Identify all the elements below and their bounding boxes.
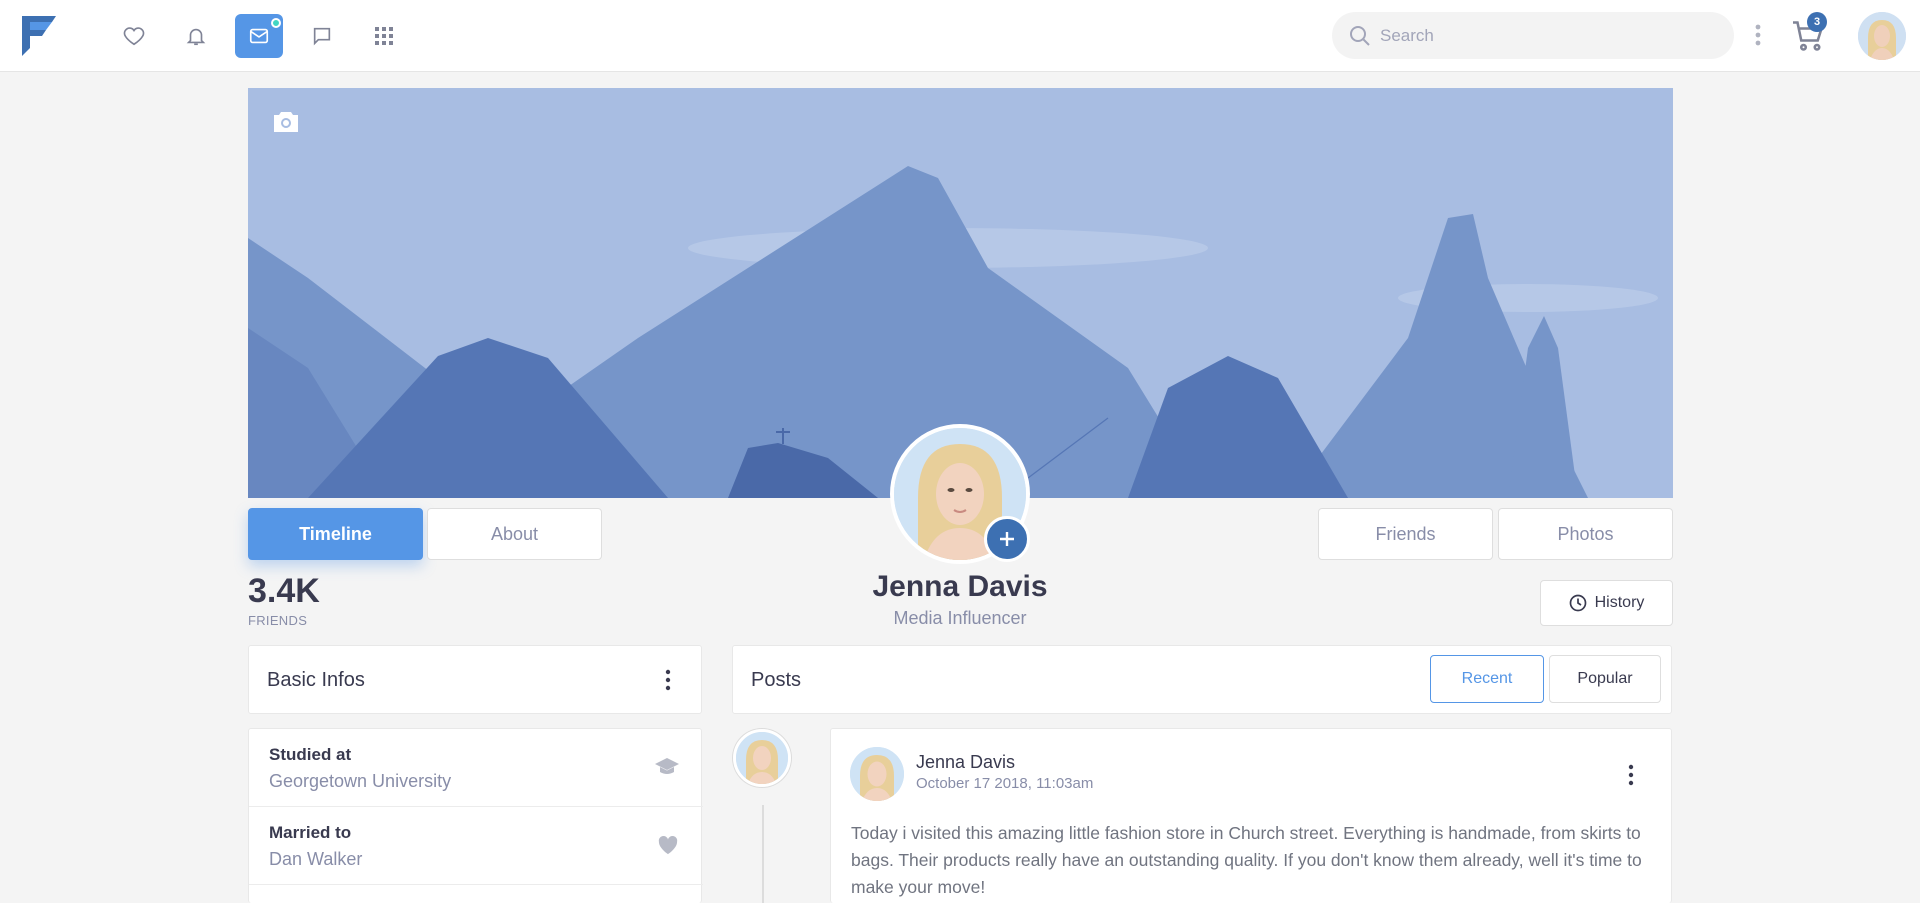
apps-grid-icon	[375, 27, 393, 45]
more-vertical-icon[interactable]	[1752, 22, 1764, 48]
cart-count-badge: 3	[1807, 12, 1827, 32]
camera-icon[interactable]	[272, 110, 300, 134]
user-avatar[interactable]	[1858, 12, 1906, 60]
info-value: Georgetown University	[269, 771, 452, 791]
clock-icon	[1569, 594, 1586, 612]
filter-popular-button[interactable]: Popular	[1549, 655, 1661, 703]
nav-notifications-button[interactable]	[172, 14, 220, 58]
more-vertical-icon[interactable]	[1626, 763, 1636, 787]
unread-dot	[271, 18, 281, 28]
info-row-married: Married to Dan Walker	[249, 807, 703, 885]
plus-icon	[1000, 532, 1014, 546]
basic-infos-header: Basic Infos	[248, 645, 702, 714]
profile-name: Jenna Davis	[872, 570, 1048, 603]
tab-about[interactable]: About	[427, 508, 602, 560]
friends-count: 3.4K	[248, 572, 320, 610]
nav-chat-button[interactable]	[298, 14, 346, 58]
profile-subtitle: Media Influencer	[893, 608, 1027, 628]
brand-logo[interactable]	[22, 16, 56, 56]
top-navbar: 3	[0, 0, 1920, 72]
posts-title: Posts	[751, 669, 802, 691]
tab-photos[interactable]: Photos	[1498, 508, 1673, 560]
more-vertical-icon[interactable]	[663, 668, 673, 692]
filter-recent-button[interactable]: Recent	[1430, 655, 1544, 703]
post-body: Today i visited this amazing little fash…	[851, 823, 1642, 897]
tab-friends[interactable]: Friends	[1318, 508, 1493, 560]
history-label: History	[1594, 594, 1645, 611]
post-author-name[interactable]: Jenna Davis	[916, 752, 1015, 773]
heart-icon	[658, 835, 678, 855]
info-row-studied: Studied at Georgetown University	[249, 729, 703, 807]
nav-messages-button[interactable]	[235, 14, 283, 58]
friends-label: FRIENDS	[248, 613, 308, 628]
history-button[interactable]: History	[1540, 580, 1673, 626]
chat-icon	[313, 27, 331, 46]
graduation-cap-icon	[655, 758, 679, 774]
basic-infos-title: Basic Infos	[267, 669, 365, 691]
nav-apps-button[interactable]	[360, 14, 408, 58]
info-value: Dan Walker	[269, 849, 363, 869]
heart-icon	[123, 27, 145, 46]
post-author-avatar[interactable]	[850, 747, 904, 801]
timeline-line	[762, 805, 764, 903]
tab-timeline[interactable]: Timeline	[248, 508, 423, 560]
post-date: October 17 2018, 11:03am	[916, 775, 1094, 792]
search-input[interactable]	[1380, 12, 1720, 59]
info-label: Married to	[269, 823, 352, 842]
basic-infos-list: Studied at Georgetown University Married…	[248, 728, 703, 903]
add-avatar-button[interactable]	[984, 516, 1030, 562]
search-icon	[1350, 26, 1370, 46]
timeline-avatar	[733, 729, 791, 787]
mail-icon	[249, 28, 269, 44]
search-bar	[1332, 12, 1734, 59]
info-label: Studied at	[269, 745, 352, 764]
bell-icon	[186, 28, 206, 46]
nav-likes-button[interactable]	[110, 14, 158, 58]
